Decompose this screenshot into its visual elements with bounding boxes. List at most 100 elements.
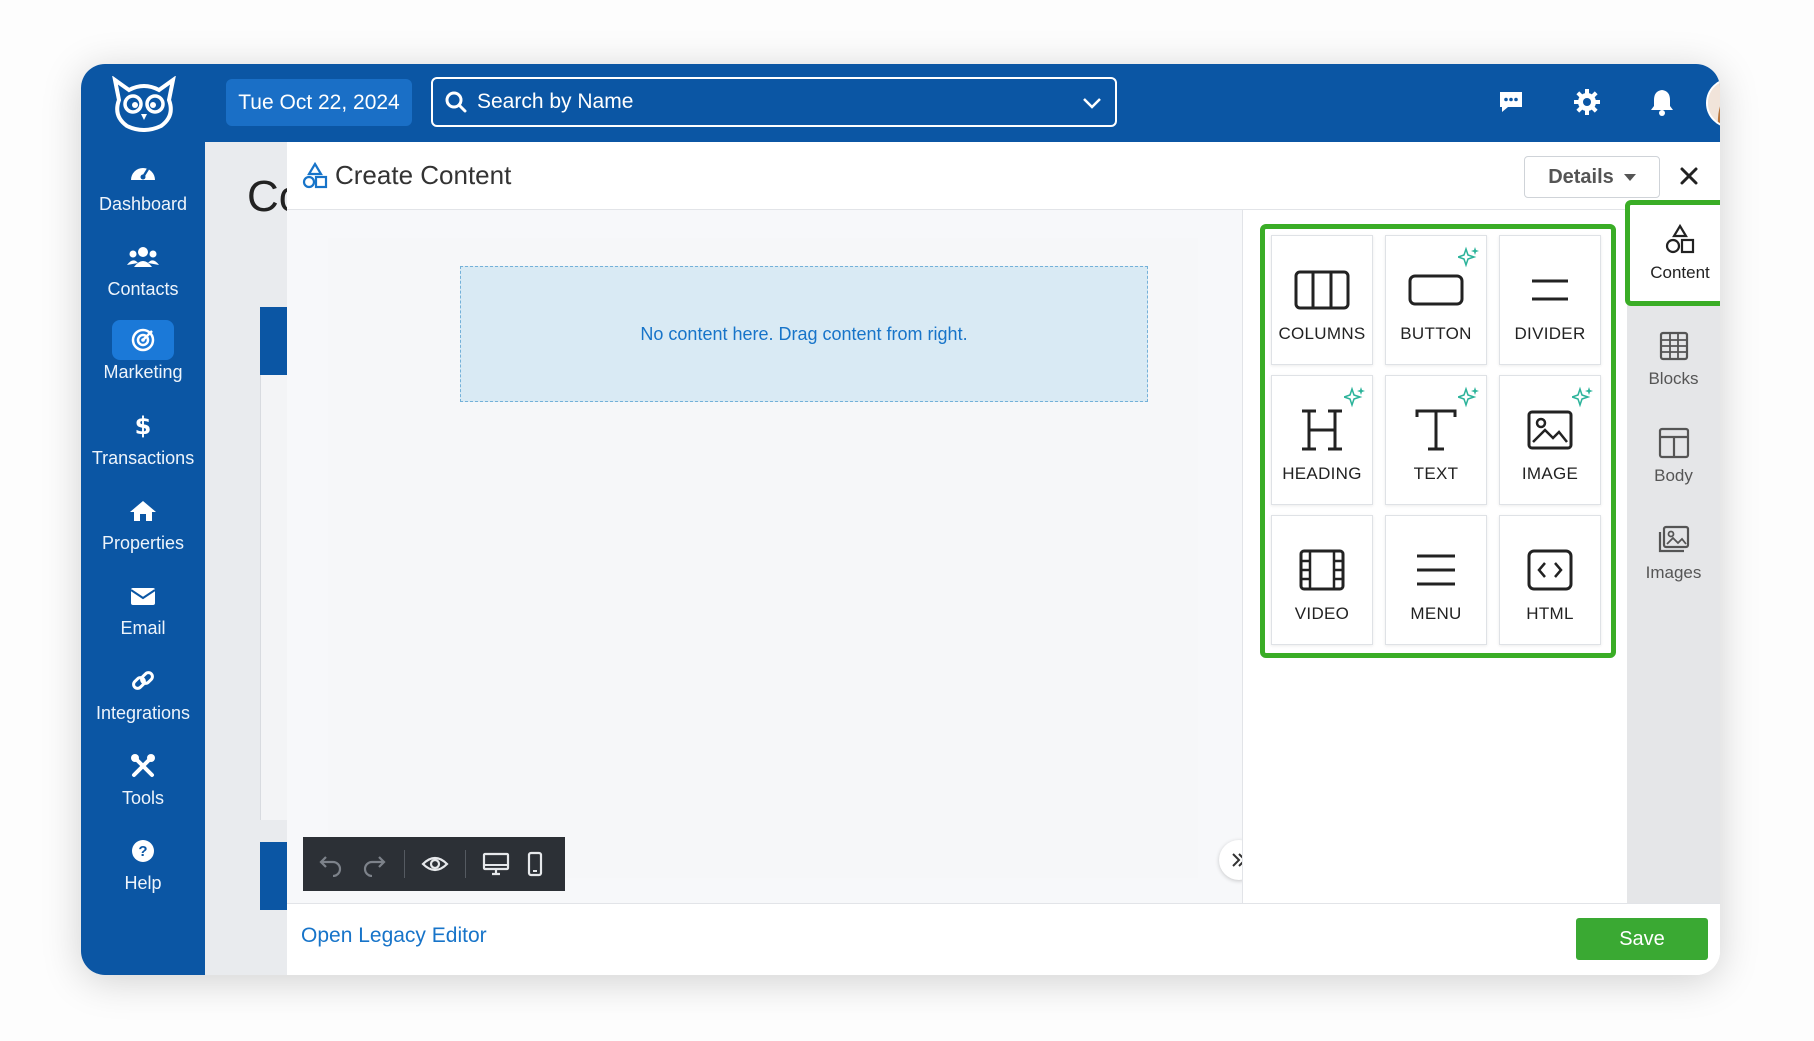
sidebar-item-dashboard[interactable]: Dashboard [81,152,205,226]
sparkle-icon [1458,246,1479,268]
chat-icon[interactable] [1495,86,1527,118]
svg-text:?: ? [138,843,147,860]
app-window: Dashboard Contacts Marketing $ Transacti… [81,64,1720,975]
help-icon: ? [112,831,174,871]
rail-item-images[interactable]: Images [1627,504,1720,602]
mobile-icon [528,851,543,877]
button-icon [1406,264,1466,316]
tool-divider[interactable]: DIVIDER [1499,235,1601,365]
shapes-icon [1665,223,1695,254]
tool-button[interactable]: BUTTON [1385,235,1487,365]
target-icon [112,320,174,360]
page: Dashboard Contacts Marketing $ Transacti… [0,0,1814,1041]
details-label: Details [1548,165,1614,188]
right-rail: Content Blocks Body Images [1625,200,1720,903]
sidebar-item-integrations[interactable]: Integrations [81,661,205,735]
tool-label: TEXT [1413,464,1459,483]
sidebar-item-label: Marketing [103,362,183,382]
modal-footer: Open Legacy Editor Save [287,903,1720,975]
sidebar-item-tools[interactable]: Tools [81,746,205,820]
image-icon [1520,404,1580,456]
html-icon [1520,544,1580,596]
search-placeholder: Search by Name [477,90,634,113]
modal-title-text: Create Content [335,160,512,190]
sidebar-item-label: Transactions [91,448,195,468]
sparkle-icon [1458,386,1479,408]
tool-label: VIDEO [1294,604,1350,623]
sidebar-item-transactions[interactable]: $ Transactions [81,406,205,480]
caret-down-icon [1623,173,1636,181]
mobile-view-button[interactable] [522,850,549,878]
tool-columns[interactable]: COLUMNS [1271,235,1373,365]
sidebar-item-email[interactable]: Email [81,576,205,650]
images-icon [1658,525,1689,553]
menu-icon [1406,544,1466,596]
tool-image[interactable]: IMAGE [1499,375,1601,505]
sidebar-item-label: Email [120,618,166,638]
tool-label: HTML [1526,604,1574,623]
sidebar-item-label: Integrations [95,703,191,723]
link-icon [112,661,174,701]
columns-icon [1292,264,1352,316]
tool-html[interactable]: HTML [1499,515,1601,645]
tool-video[interactable]: VIDEO [1271,515,1373,645]
sidebar-item-label: Help [124,873,162,893]
body-layout-icon [1658,427,1689,459]
chevron-down-icon[interactable] [1081,92,1103,114]
rail-item-label: Content [1650,263,1710,282]
tool-menu[interactable]: MENU [1385,515,1487,645]
users-icon [112,237,174,277]
search-input[interactable]: Search by Name [431,77,1117,127]
content-tools-grid: COLUMNS BUTTON DIVIDER HEADING TEXT IMAG… [1260,224,1616,658]
shapes-icon [302,161,328,188]
sidebar-item-properties[interactable]: Properties [81,491,205,565]
sparkle-icon [1344,386,1365,408]
redo-button[interactable] [360,850,387,878]
tool-label: MENU [1410,604,1462,623]
undo-button[interactable] [317,850,344,878]
sidebar-item-help[interactable]: ? Help [81,831,205,905]
save-button[interactable]: Save [1576,918,1708,960]
home-icon [112,491,174,531]
avatar[interactable] [1706,78,1720,128]
eye-icon [421,856,449,872]
toolbar-divider [403,850,405,878]
tools-icon [112,746,174,786]
undo-icon [319,856,341,877]
date-button[interactable]: Tue Oct 22, 2024 [226,79,412,126]
rail-item-content[interactable]: Content [1625,200,1720,306]
preview-button[interactable] [421,850,449,878]
sidebar-item-label: Properties [101,533,185,553]
editor-canvas: No content here. Drag content from right… [287,210,1259,903]
rail-item-body[interactable]: Body [1627,407,1720,505]
owl-logo[interactable] [109,75,179,132]
modal-header: Create Content Details [287,142,1720,210]
desktop-view-button[interactable] [482,850,510,878]
tool-label: DIVIDER [1514,324,1586,343]
sidebar-item-contacts[interactable]: Contacts [81,237,205,311]
create-content-modal: Create Content Details No content here. … [287,142,1720,975]
redo-icon [363,856,386,877]
tool-label: IMAGE [1521,464,1579,483]
close-button[interactable] [1677,164,1701,188]
rail-item-label: Images [1645,563,1702,582]
sparkle-icon [1572,386,1593,408]
tool-heading[interactable]: HEADING [1271,375,1373,505]
tool-text[interactable]: TEXT [1385,375,1487,505]
sidebar-item-label: Dashboard [98,194,188,214]
text-icon [1406,404,1466,456]
tool-label: BUTTON [1400,324,1472,343]
sidebar-item-marketing[interactable]: Marketing [81,320,205,394]
rail-item-blocks[interactable]: Blocks [1627,310,1720,408]
details-dropdown-button[interactable]: Details [1524,156,1660,198]
email-body-canvas: No content here. Drag content from right… [328,238,1198,878]
sidebar: Dashboard Contacts Marketing $ Transacti… [81,64,205,975]
bell-icon[interactable] [1646,86,1678,118]
topbar: Tue Oct 22, 2024 Search by Name [205,64,1720,142]
tool-label: COLUMNS [1278,324,1366,343]
open-legacy-editor-link[interactable]: Open Legacy Editor [301,924,487,948]
editor-toolbar [303,837,565,891]
rail-item-label: Body [1654,466,1693,485]
gear-icon[interactable] [1571,86,1603,118]
drop-zone[interactable]: No content here. Drag content from right… [460,266,1148,402]
